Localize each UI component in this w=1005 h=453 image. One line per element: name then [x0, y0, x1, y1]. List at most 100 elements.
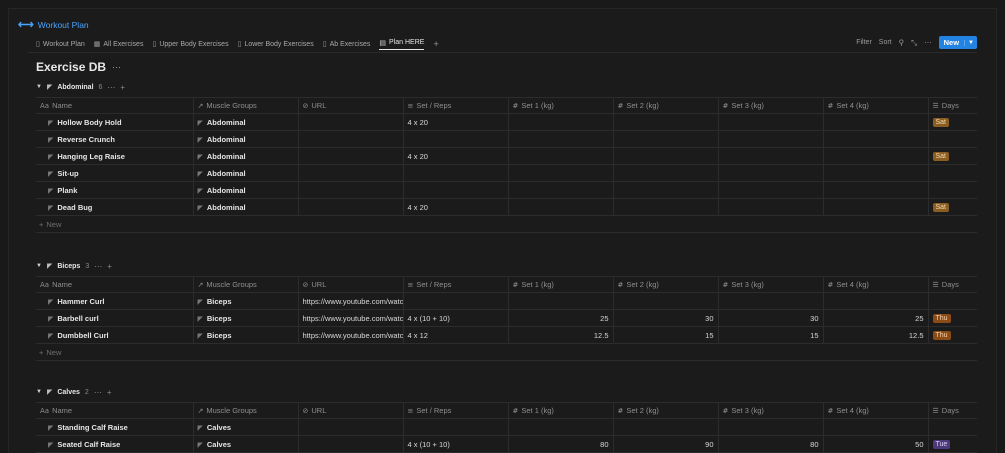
- column-header-name[interactable]: Aa Name: [36, 276, 194, 293]
- new-button-label[interactable]: New: [939, 38, 964, 47]
- group-name[interactable]: Calves: [57, 389, 80, 396]
- url-cell[interactable]: https://www.youtube.com/watch: [298, 309, 404, 327]
- more-icon[interactable]: ⋯: [94, 262, 102, 271]
- set-2-cell[interactable]: 30: [613, 309, 719, 327]
- table-row[interactable]: ◤ Barbell curl ◤ Biceps https://www.youtube.…: [36, 309, 977, 327]
- set-reps-cell[interactable]: 4 x 20: [403, 113, 509, 131]
- days-cell[interactable]: [928, 130, 977, 148]
- column-header-set-3[interactable]: # Set 3 (kg): [718, 97, 824, 114]
- set-2-cell[interactable]: [613, 418, 719, 436]
- set-reps-cell[interactable]: [403, 418, 509, 436]
- set-1-cell[interactable]: [508, 418, 614, 436]
- muscle-group-cell[interactable]: ◤ Biceps: [193, 309, 299, 327]
- add-icon[interactable]: +: [107, 388, 112, 397]
- days-cell[interactable]: Sat: [928, 198, 977, 216]
- days-cell[interactable]: [928, 181, 977, 199]
- add-icon[interactable]: +: [107, 262, 112, 271]
- column-header-muscle-groups[interactable]: ↗ Muscle Groups: [193, 402, 299, 419]
- collapse-triangle-icon[interactable]: ▼: [36, 389, 42, 395]
- more-icon[interactable]: ⋯: [112, 62, 121, 73]
- set-1-cell[interactable]: [508, 198, 614, 216]
- set-reps-cell[interactable]: 4 x (10 + 10): [403, 309, 509, 327]
- column-header-muscle-groups[interactable]: ↗ Muscle Groups: [193, 276, 299, 293]
- set-2-cell[interactable]: [613, 181, 719, 199]
- set-4-cell[interactable]: [823, 198, 929, 216]
- search-icon[interactable]: ⚲: [899, 38, 905, 47]
- set-reps-cell[interactable]: 4 x 20: [403, 198, 509, 216]
- set-2-cell[interactable]: [613, 113, 719, 131]
- set-4-cell[interactable]: [823, 181, 929, 199]
- set-reps-cell[interactable]: [403, 164, 509, 182]
- set-reps-cell[interactable]: 4 x 12: [403, 326, 509, 344]
- column-header-url[interactable]: ⊘ URL: [298, 276, 404, 293]
- name-cell[interactable]: ◤ Barbell curl: [36, 309, 194, 327]
- column-header-set-3[interactable]: # Set 3 (kg): [718, 276, 824, 293]
- column-header-set-2[interactable]: # Set 2 (kg): [613, 402, 719, 419]
- set-4-cell[interactable]: [823, 147, 929, 165]
- set-2-cell[interactable]: [613, 198, 719, 216]
- new-row-button[interactable]: + New: [36, 344, 977, 361]
- muscle-group-cell[interactable]: ◤ Calves: [193, 418, 299, 436]
- set-reps-cell[interactable]: [403, 292, 509, 310]
- url-cell[interactable]: [298, 164, 404, 182]
- set-4-cell[interactable]: [823, 292, 929, 310]
- tab-upper-body-exercises[interactable]: ▯ Upper Body Exercises: [152, 40, 228, 48]
- name-cell[interactable]: ◤ Sit-up: [36, 164, 194, 182]
- set-3-cell[interactable]: [718, 292, 824, 310]
- collapse-triangle-icon[interactable]: ▼: [36, 84, 42, 90]
- url-value[interactable]: https://www.youtube.com/watch: [303, 314, 403, 323]
- table-row[interactable]: ◤ Sit-up ◤ Abdominal: [36, 164, 977, 182]
- days-cell[interactable]: Tue: [928, 435, 977, 453]
- column-header-set-reps[interactable]: ≡ Set / Reps: [403, 402, 509, 419]
- table-row[interactable]: ◤ Seated Calf Raise ◤ Calves 4 x (10 + 10) 80…: [36, 435, 977, 453]
- set-1-cell[interactable]: [508, 164, 614, 182]
- table-row[interactable]: ◤ Plank ◤ Abdominal: [36, 181, 977, 199]
- muscle-group-cell[interactable]: ◤ Abdominal: [193, 164, 299, 182]
- sort-button[interactable]: Sort: [879, 39, 892, 46]
- column-header-set-1[interactable]: # Set 1 (kg): [508, 276, 614, 293]
- url-cell[interactable]: [298, 435, 404, 453]
- set-1-cell[interactable]: [508, 292, 614, 310]
- set-3-cell[interactable]: [718, 198, 824, 216]
- table-row[interactable]: ◤ Hammer Curl ◤ Biceps https://www.youtube.c…: [36, 292, 977, 310]
- set-reps-cell[interactable]: [403, 181, 509, 199]
- column-header-days[interactable]: ☰ Days: [928, 402, 977, 419]
- new-button[interactable]: New ▼: [938, 36, 977, 49]
- set-3-cell[interactable]: [718, 147, 824, 165]
- set-reps-cell[interactable]: [403, 130, 509, 148]
- url-value[interactable]: https://www.youtube.com/watch: [303, 297, 403, 306]
- set-2-cell[interactable]: 15: [613, 326, 719, 344]
- set-4-cell[interactable]: 50: [823, 435, 929, 453]
- group-name[interactable]: Biceps: [57, 263, 80, 270]
- name-cell[interactable]: ◤ Dead Bug: [36, 198, 194, 216]
- set-1-cell[interactable]: 12.5: [508, 326, 614, 344]
- chevron-down-icon[interactable]: ▼: [964, 39, 977, 46]
- add-icon[interactable]: +: [120, 83, 125, 92]
- set-4-cell[interactable]: [823, 164, 929, 182]
- set-4-cell[interactable]: 12.5: [823, 326, 929, 344]
- set-3-cell[interactable]: [718, 181, 824, 199]
- column-header-days[interactable]: ☰ Days: [928, 97, 977, 114]
- set-1-cell[interactable]: [508, 147, 614, 165]
- name-cell[interactable]: ◤ Seated Calf Raise: [36, 435, 194, 453]
- set-3-cell[interactable]: [718, 113, 824, 131]
- column-header-set-2[interactable]: # Set 2 (kg): [613, 97, 719, 114]
- set-1-cell[interactable]: [508, 113, 614, 131]
- table-row[interactable]: ◤ Hanging Leg Raise ◤ Abdominal 4 x 20 Sat: [36, 147, 977, 165]
- days-cell[interactable]: Thu: [928, 326, 977, 344]
- days-cell[interactable]: Thu: [928, 309, 977, 327]
- set-1-cell[interactable]: 25: [508, 309, 614, 327]
- tab-workout-plan[interactable]: ▯ Workout Plan: [36, 40, 85, 48]
- set-2-cell[interactable]: [613, 164, 719, 182]
- column-header-set-3[interactable]: # Set 3 (kg): [718, 402, 824, 419]
- set-3-cell[interactable]: 80: [718, 435, 824, 453]
- set-reps-cell[interactable]: 4 x (10 + 10): [403, 435, 509, 453]
- tab-all-exercises[interactable]: ▦ All Exercises: [94, 40, 144, 48]
- column-header-name[interactable]: Aa Name: [36, 402, 194, 419]
- set-1-cell[interactable]: 80: [508, 435, 614, 453]
- days-cell[interactable]: Sat: [928, 147, 977, 165]
- set-3-cell[interactable]: 15: [718, 326, 824, 344]
- muscle-group-cell[interactable]: ◤ Abdominal: [193, 130, 299, 148]
- url-cell[interactable]: https://www.youtube.com/watch: [298, 326, 404, 344]
- table-row[interactable]: ◤ Standing Calf Raise ◤ Calves: [36, 418, 977, 436]
